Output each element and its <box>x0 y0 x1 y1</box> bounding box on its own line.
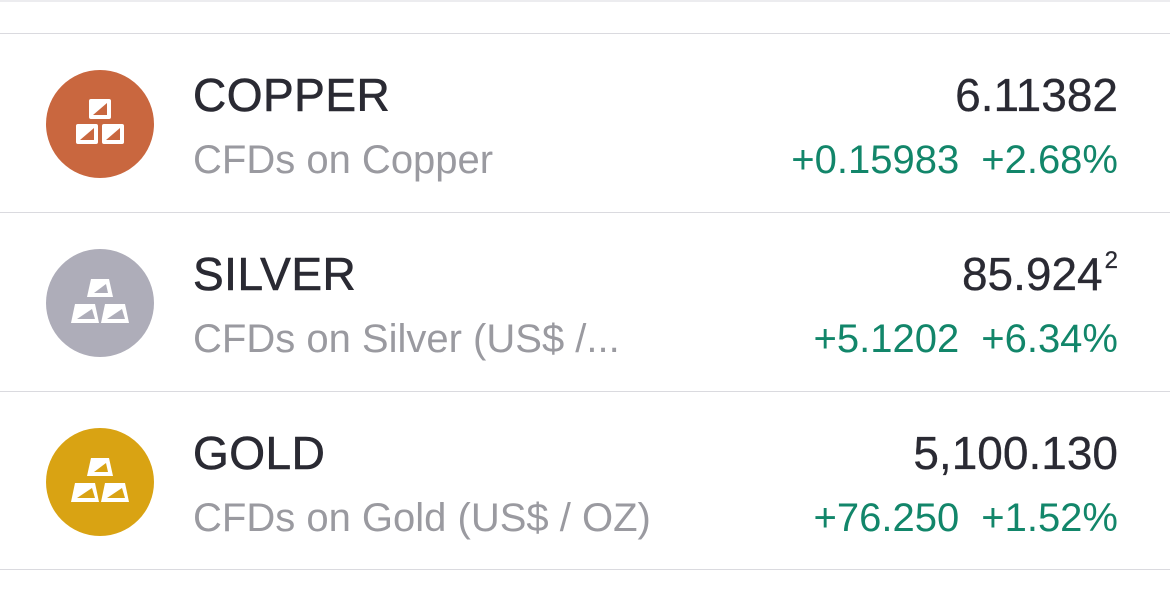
top-divider <box>0 0 1170 2</box>
gold-bars-icon <box>46 428 154 536</box>
price-change: +5.1202 +6.34% <box>814 317 1118 362</box>
silver-bars-icon <box>46 249 154 357</box>
symbol-description: CFDs on Gold (US$ / OZ) <box>193 496 651 540</box>
price-change: +76.250 +1.52% <box>814 496 1118 541</box>
change-absolute: +76.250 <box>813 496 960 540</box>
last-price: 85.9242 <box>962 247 1118 301</box>
change-percent: +6.34% <box>981 317 1118 361</box>
price-superscript: 2 <box>1104 246 1118 274</box>
change-percent: +2.68% <box>981 138 1118 182</box>
copper-bars-icon <box>46 70 154 178</box>
watchlist: COPPER CFDs on Copper 6.11382 +0.15983 +2… <box>0 33 1170 570</box>
change-percent: +1.52% <box>981 496 1118 540</box>
price-value: 5,100.130 <box>913 427 1118 479</box>
last-price: 6.11382 <box>955 68 1118 122</box>
symbol-name: GOLD <box>193 427 326 480</box>
list-item-copper[interactable]: COPPER CFDs on Copper 6.11382 +0.15983 +2… <box>0 33 1170 212</box>
symbol-description: CFDs on Copper <box>193 138 494 182</box>
change-absolute: +5.1202 <box>813 317 960 361</box>
symbol-name: SILVER <box>193 248 357 301</box>
list-item-silver[interactable]: SILVER CFDs on Silver (US$ /... 85.9242 … <box>0 212 1170 391</box>
change-absolute: +0.15983 <box>791 138 960 182</box>
list-item-gold[interactable]: GOLD CFDs on Gold (US$ / OZ) 5,100.130 +… <box>0 391 1170 570</box>
price-change: +0.15983 +2.68% <box>791 138 1118 183</box>
symbol-name: COPPER <box>193 69 391 122</box>
last-price: 5,100.130 <box>913 426 1118 480</box>
symbol-description: CFDs on Silver (US$ /... <box>193 317 620 361</box>
price-value: 85.924 <box>961 248 1103 300</box>
price-value: 6.11382 <box>955 69 1118 121</box>
